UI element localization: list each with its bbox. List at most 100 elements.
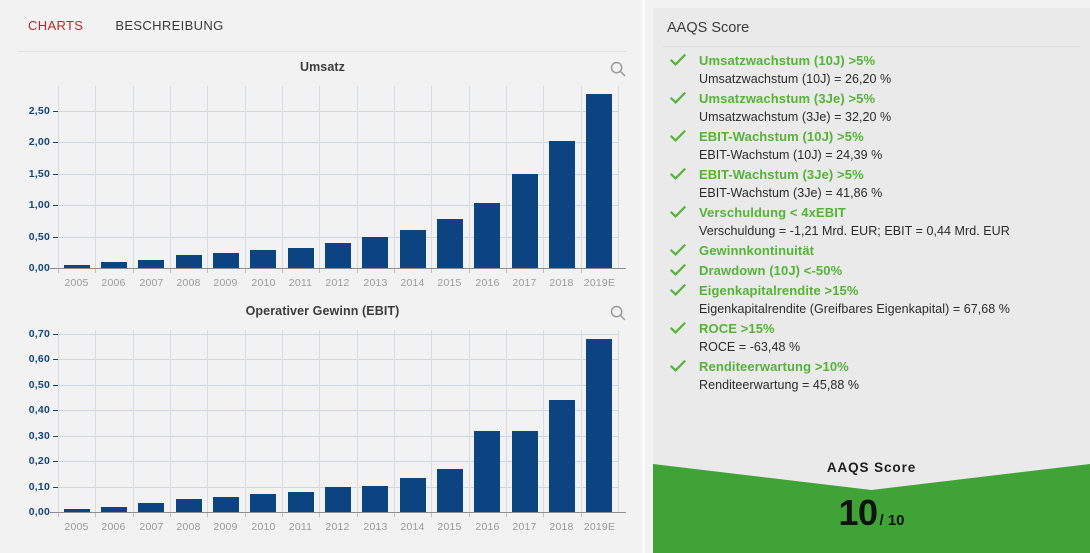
bar[interactable] [176, 255, 202, 268]
bar[interactable] [213, 497, 239, 512]
bar[interactable] [400, 478, 426, 512]
grid-line-vertical [469, 330, 470, 512]
grid-line-vertical [543, 86, 544, 268]
check-icon [669, 205, 686, 219]
x-axis-label: 2017 [512, 521, 537, 533]
grid-line-vertical [245, 86, 246, 268]
chart-title: Operativer Gewinn (EBIT) [245, 304, 400, 318]
bar[interactable] [213, 253, 239, 268]
y-axis-label: 0,00 [28, 262, 50, 274]
criteria-value: Verschuldung = -1,21 Mrd. EUR; EBIT = 0,… [699, 224, 1010, 238]
bar[interactable] [437, 469, 463, 512]
criteria-value: ROCE = -63,48 % [699, 340, 801, 354]
score-banner-label: AAQS Score [826, 460, 917, 475]
y-axis-label: 0,60 [28, 353, 50, 366]
x-axis-label: 2012 [325, 521, 350, 533]
tab-beschreibung[interactable]: BESCHREIBUNG [115, 18, 223, 35]
check-icon [669, 359, 686, 373]
grid-line [58, 385, 618, 386]
tab-charts[interactable]: CHARTS [28, 18, 83, 35]
criteria-value: Eigenkapitalrendite (Greifbares Eigenkap… [699, 302, 1010, 316]
x-axis-label: 2015 [437, 521, 462, 533]
grid-line-vertical [95, 330, 96, 512]
bar[interactable] [437, 219, 463, 268]
x-axis-label: 2005 [64, 521, 89, 533]
grid-line-vertical [207, 86, 208, 268]
bar[interactable] [138, 503, 164, 512]
bar[interactable] [586, 94, 612, 268]
bar[interactable] [362, 486, 388, 512]
x-axis-label: 2009 [213, 277, 238, 289]
criteria-title: Renditeerwartung >10% [699, 359, 849, 374]
criteria-value: EBIT-Wachstum (3Je) = 41,86 % [699, 186, 883, 200]
check-icon [669, 167, 686, 181]
x-axis-label: 2017 [512, 277, 537, 289]
y-axis-label: 0,70 [28, 327, 50, 340]
bar[interactable] [325, 243, 351, 268]
x-axis-label: 2011 [288, 521, 313, 533]
criteria-title: Drawdown (10J) <-50% [699, 263, 843, 278]
criteria-item: Renditeerwartung >10% Renditeerwartung = … [653, 358, 1090, 394]
grid-line-vertical [319, 330, 320, 512]
grid-line-vertical [58, 86, 59, 268]
criteria-item: Eigenkapitalrendite >15% Eigenkapitalrend… [653, 282, 1090, 318]
criteria-item: Drawdown (10J) <-50% [653, 262, 1090, 280]
x-axis-label: 2007 [139, 277, 164, 289]
bar[interactable] [549, 400, 575, 512]
bar[interactable] [138, 260, 164, 268]
criteria-value: Umsatzwachstum (10J) = 26,20 % [699, 72, 892, 86]
grid-line-vertical [618, 330, 619, 512]
y-axis-label: 0,50 [28, 378, 50, 391]
x-axis-label: 2016 [475, 521, 500, 533]
criteria-item: ROCE >15% ROCE = -63,48 % [653, 320, 1090, 356]
check-icon [669, 243, 686, 257]
grid-line-vertical [170, 86, 171, 268]
score-banner: AAQS Score 10/ 10 [653, 452, 1090, 553]
bar[interactable] [512, 174, 538, 268]
bar[interactable] [512, 431, 538, 512]
grid-line-vertical [581, 86, 582, 268]
grid-line-vertical [282, 86, 283, 268]
bar[interactable] [288, 248, 314, 268]
bar[interactable] [400, 230, 426, 268]
x-axis-label: 2006 [101, 277, 126, 289]
bar[interactable] [250, 494, 276, 512]
check-icon [669, 129, 686, 143]
bar[interactable] [288, 492, 314, 512]
grid-line-vertical [394, 330, 395, 512]
bar[interactable] [474, 203, 500, 268]
x-axis-label: 2015 [437, 277, 462, 289]
app-root: CHARTS BESCHREIBUNG Umsatz 0,00 0,50 1,00 1… [0, 0, 1090, 553]
bar[interactable] [362, 237, 388, 268]
bar[interactable] [474, 431, 500, 512]
x-axis-label: 2006 [101, 521, 126, 533]
x-axis-label: 2013 [363, 521, 388, 533]
criteria-title: EBIT-Wachstum (10J) >5% [699, 129, 864, 144]
grid-line [58, 111, 618, 112]
check-icon [669, 321, 686, 335]
criteria-title: Umsatzwachstum (3Je) >5% [699, 91, 876, 106]
score-number: 10 [838, 492, 878, 533]
criteria-title: Gewinnkontinuität [699, 243, 815, 258]
grid-line-vertical [543, 330, 544, 512]
criteria-title: Verschuldung < 4xEBIT [699, 205, 846, 220]
x-axis-line [50, 512, 626, 513]
criteria-title: Umsatzwachstum (10J) >5% [699, 53, 876, 68]
x-axis-label: 2018 [549, 277, 574, 289]
y-axis-label: 0,20 [28, 455, 50, 468]
chart-plot-area: 0,00 0,10 0,20 0,30 0,40 0,50 0,60 0,70 2005 2006… [0, 318, 645, 540]
grid-line [58, 410, 618, 411]
grid-line-vertical [207, 330, 208, 512]
criteria-item: EBIT-Wachstum (3Je) >5% EBIT-Wachstum (3J… [653, 166, 1090, 202]
bar[interactable] [325, 487, 351, 512]
criteria-title: EBIT-Wachstum (3Je) >5% [699, 167, 864, 182]
bar[interactable] [586, 339, 612, 512]
criteria-value: EBIT-Wachstum (10J) = 24,39 % [699, 148, 883, 162]
bar[interactable] [549, 141, 575, 268]
bar[interactable] [176, 499, 202, 512]
bar[interactable] [250, 250, 276, 268]
x-axis-label: 2011 [288, 277, 313, 289]
check-icon [669, 53, 686, 67]
grid-line-vertical [58, 330, 59, 512]
check-icon [669, 91, 686, 105]
